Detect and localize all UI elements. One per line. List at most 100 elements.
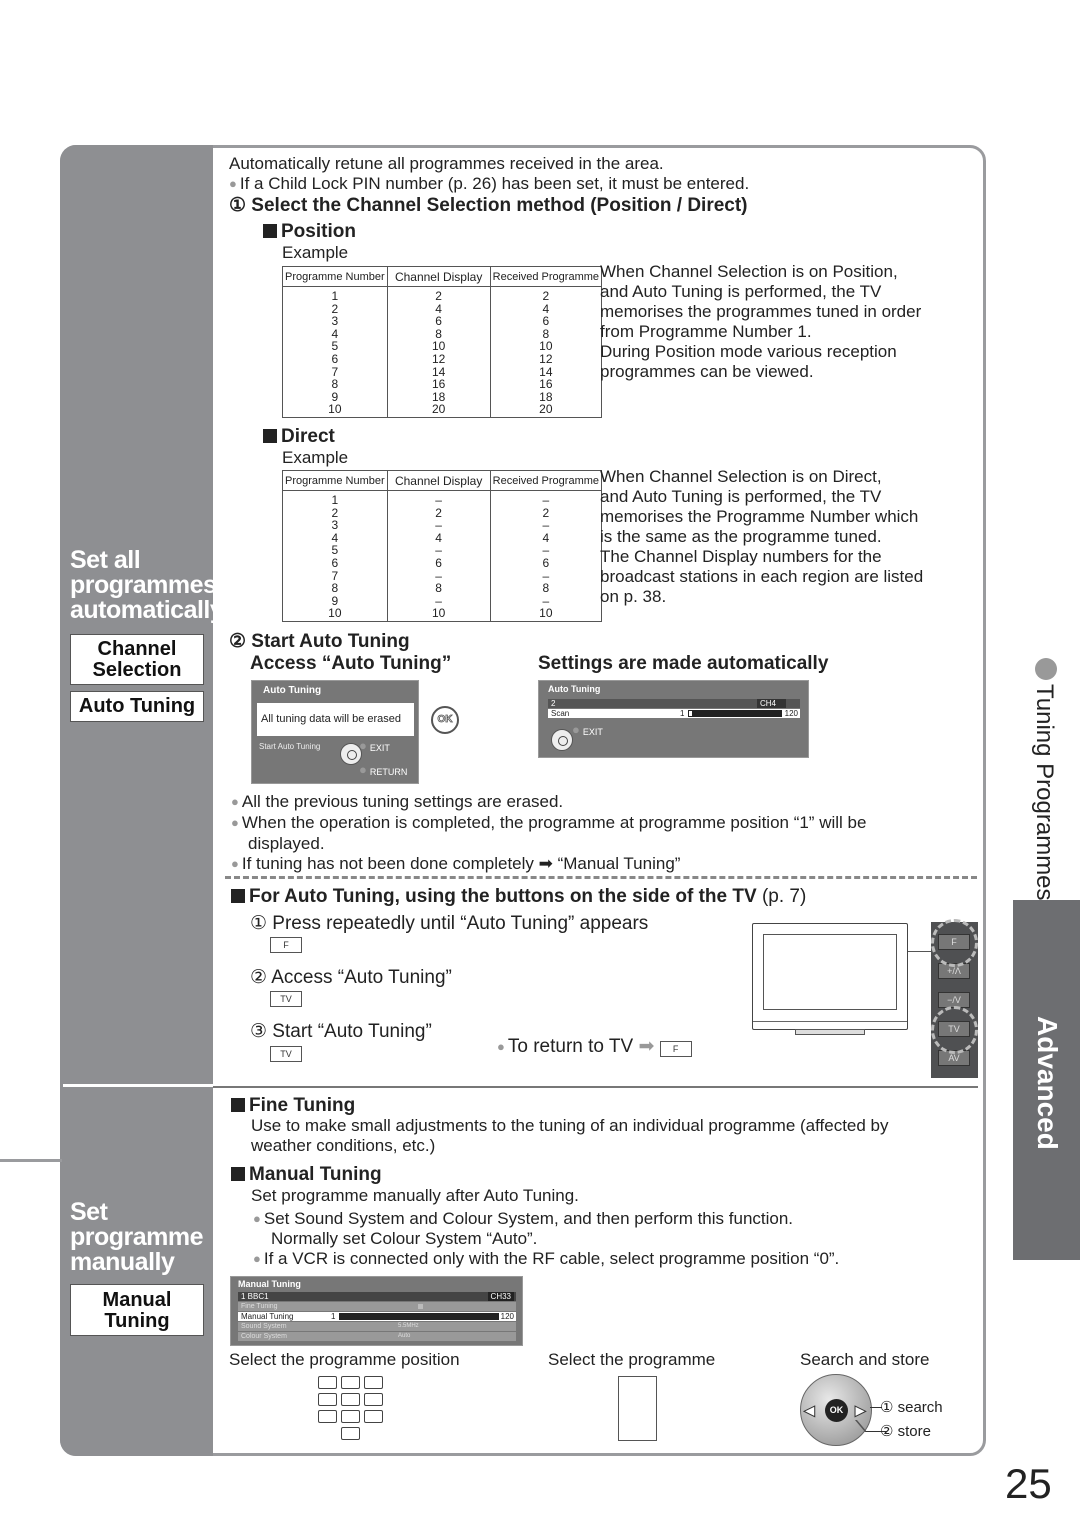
osd-auto-tuning-confirm: Auto Tuning All tuning data will be eras… (251, 680, 419, 784)
table-cell: – (386, 519, 491, 532)
keypad-key (318, 1393, 337, 1406)
table-row: 244 (282, 302, 603, 316)
channel-label: CH33 (487, 1292, 514, 1301)
caption-search-store: Search and store (800, 1350, 930, 1369)
osd-row-manual-tuning: Manual Tuning 1 120 (238, 1312, 516, 1321)
osd-exit: EXIT (572, 723, 603, 738)
dashed-divider (225, 876, 977, 879)
osd-programme-row: 1 BBC1 CH33 (238, 1292, 516, 1301)
osd-row-sound-system: Sound System 5.5MHz (238, 1322, 516, 1331)
manual-tuning-heading: Manual Tuning (231, 1164, 382, 1186)
direct-table: Programme Number Channel Display Receive… (282, 470, 603, 622)
osd-programme-row: 2 CH4 (548, 699, 800, 708)
scan-min: 1 (680, 709, 685, 718)
title-line: programme (70, 1223, 204, 1251)
col-header: Programme Number (282, 266, 388, 287)
manual-tuning-text: Set programme manually after Auto Tuning… (251, 1186, 579, 1205)
row-label: Sound System (241, 1323, 287, 1330)
sidebar-item-channel-selection[interactable]: Channel Selection (70, 634, 204, 685)
table-cell: 6 (386, 557, 491, 570)
title-line: manually (70, 1248, 175, 1276)
highlight-tv-icon (931, 1006, 978, 1054)
table-cell: 3 (282, 519, 388, 532)
osd-row-colour-system: Colour System Auto (238, 1332, 516, 1341)
direct-description: When Channel Selection is on Direct, and… (600, 467, 970, 607)
table-row: 6 12 12 (282, 353, 603, 366)
channel-label: CH4 (756, 699, 786, 708)
fine-tuning-heading: Fine Tuning (231, 1095, 355, 1117)
programme-up-down-icon (618, 1376, 657, 1441)
label: Tuning (104, 1310, 170, 1332)
line: from Programme Number 1. (600, 322, 812, 341)
title-line: Set all (70, 546, 141, 574)
section-divider (213, 1086, 978, 1088)
square-icon (263, 429, 277, 443)
table-cell: 6 (282, 353, 388, 366)
table-cell: 6 (282, 557, 388, 570)
fine-tuning-text: Use to make small adjustments to the tun… (251, 1116, 889, 1155)
label: Direct (281, 426, 335, 447)
osd-manual-tuning: Manual Tuning 1 BBC1 CH33 Fine Tuning Ma… (230, 1276, 523, 1346)
table-cell: 6 (489, 557, 603, 570)
fine-tuning-marker (418, 1304, 423, 1309)
tv-stand (795, 1029, 865, 1035)
position-description: When Channel Selection is on Position, a… (600, 262, 970, 382)
line: and Auto Tuning is performed, the TV (600, 282, 882, 301)
position-table-wrap: Programme Number Channel Display Receive… (282, 266, 603, 418)
label: Manual (102, 1289, 172, 1311)
tv-screen (763, 934, 897, 1010)
osd-title: Auto Tuning (548, 684, 601, 694)
sidebar-divider (63, 1084, 213, 1087)
tab-tuning-programmes[interactable]: Tuning Programmes (1030, 684, 1058, 901)
table-cell: 2 (386, 286, 491, 303)
scan-max: 120 (784, 709, 798, 718)
page-ref: (p. 7) (761, 886, 807, 907)
table-cell: 10 (282, 607, 388, 622)
search-label: ① search (880, 1399, 943, 1416)
sidebar-item-manual-tuning[interactable]: Manual Tuning (70, 1284, 204, 1336)
access-auto-tuning-label: Access “Auto Tuning” (250, 653, 452, 674)
arrow-right-icon: ➡ (638, 1036, 655, 1057)
osd-title: Auto Tuning (263, 685, 322, 696)
label: For Auto Tuning, using the buttons on th… (249, 886, 757, 907)
table-row: 3– – (282, 519, 603, 532)
label: Fine Tuning (249, 1095, 356, 1116)
programme-number: 2 (551, 699, 556, 708)
osd-message: All tuning data will be erased (257, 703, 414, 736)
step2-heading: ② Start Auto Tuning (229, 631, 410, 652)
row-label: Fine Tuning (241, 1303, 278, 1310)
keypad-key (341, 1393, 360, 1406)
return-to-tv-note: To return to TV ➡ F (497, 1035, 692, 1058)
sidebar-auto-title: Set all programmes automatically (70, 546, 224, 623)
table-cell: 8 (489, 582, 603, 595)
position-table: Programme Number Channel Display Receive… (282, 266, 603, 418)
highlight-f-icon (931, 919, 978, 967)
table-row: 7– – (282, 569, 603, 583)
manual-tuning-bar (339, 1313, 499, 1320)
scan-progress-bar (688, 710, 782, 717)
intro-text: Automatically retune all programmes rece… (229, 154, 664, 173)
row-min: 1 (331, 1312, 336, 1321)
table-row: 666 (282, 557, 603, 570)
side-step-3: ③ Start “Auto Tuning” (250, 1021, 432, 1042)
tab-advanced[interactable]: Advanced (1013, 900, 1080, 1260)
tv-connector-line (908, 951, 932, 952)
keypad-key (364, 1376, 383, 1389)
line: broadcast stations in each region are li… (600, 567, 924, 586)
sidebar-item-auto-tuning[interactable]: Auto Tuning (70, 691, 204, 722)
numeric-keypad-icon (318, 1376, 386, 1444)
title-line: Set (70, 1198, 108, 1226)
table-row: 8 16 16 (282, 378, 603, 391)
table-cell: 2 (489, 286, 603, 303)
table-row: 10 10 10 (282, 607, 603, 622)
note: All the previous tuning settings are era… (231, 792, 931, 813)
col-header: Channel Display (386, 470, 491, 491)
table-row: 5– – (282, 544, 603, 557)
osd-row-fine-tuning: Fine Tuning (238, 1302, 516, 1311)
osd-exit: EXIT (359, 739, 390, 754)
line: memorises the Programme Number which (600, 507, 919, 526)
manual-bullet: Set Sound System and Colour System, and … (253, 1209, 793, 1230)
col-header: Received Programme (489, 266, 603, 287)
key-tv-icon: TV (270, 991, 302, 1007)
direct-example-label: Example (282, 448, 349, 467)
